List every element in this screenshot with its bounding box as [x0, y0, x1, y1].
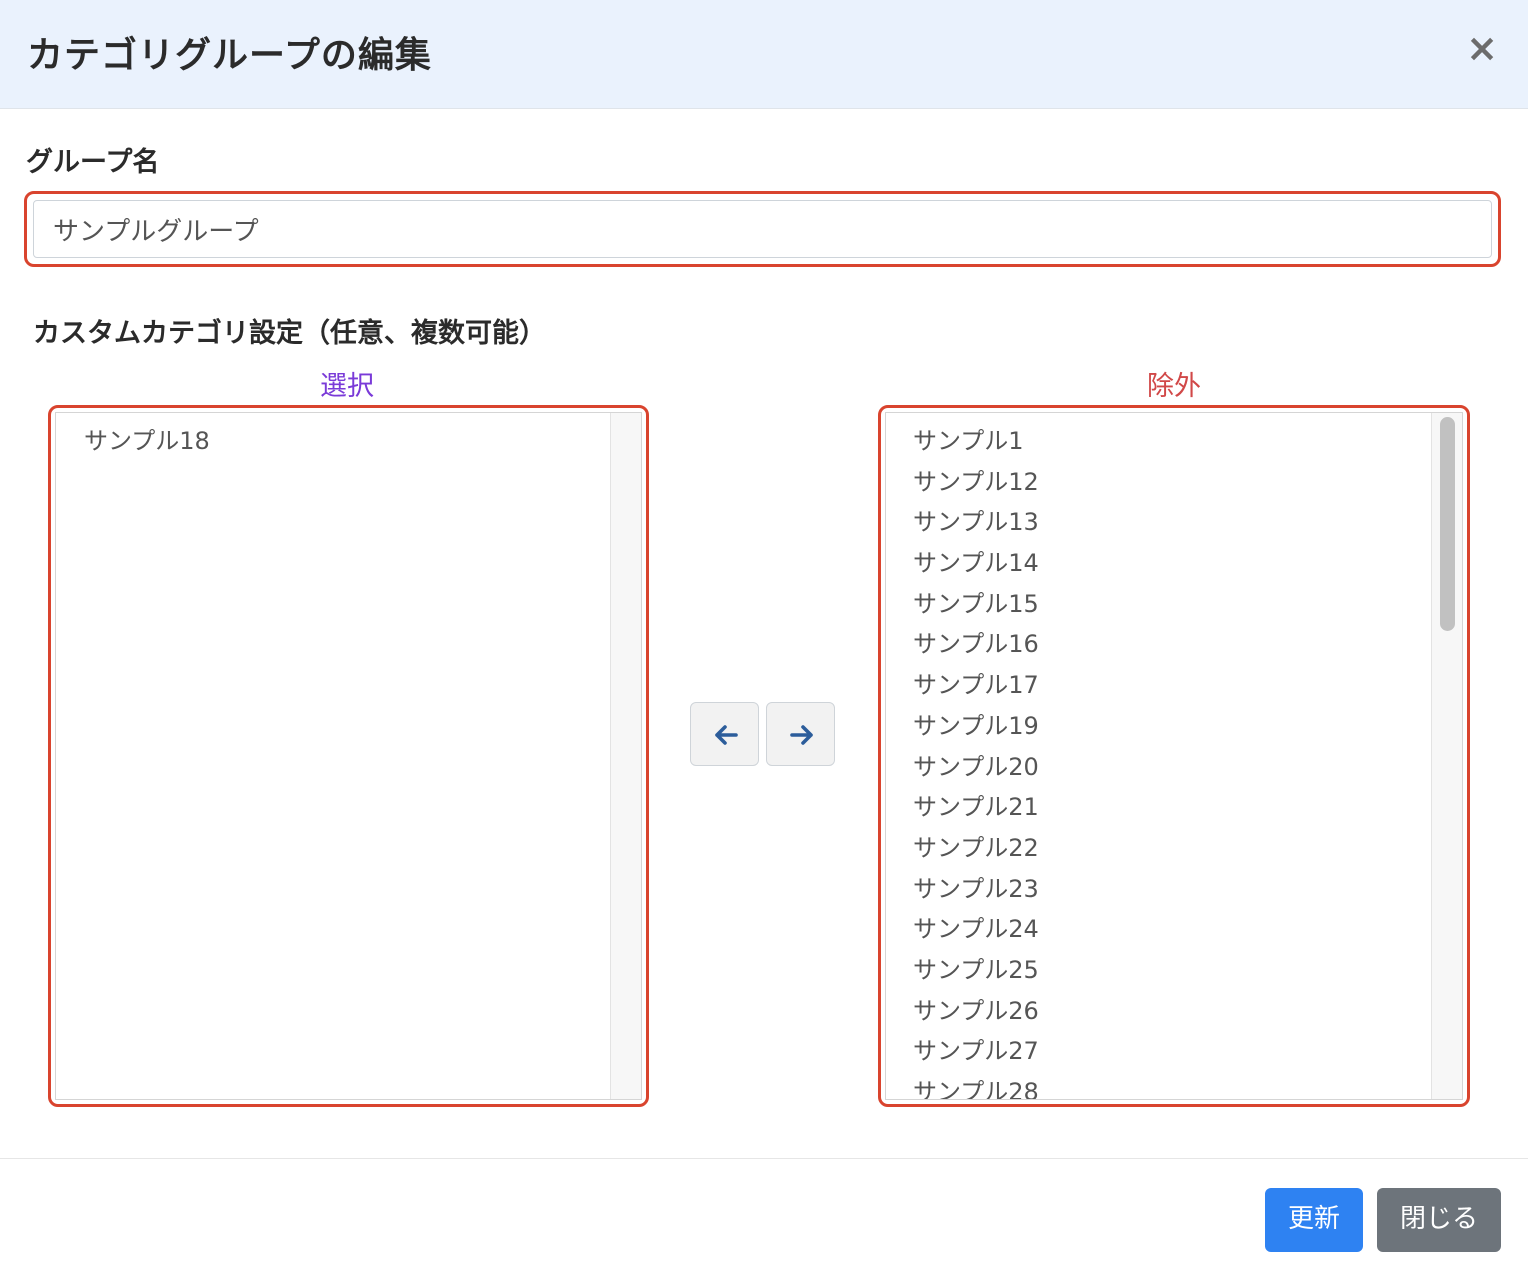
excluded-scrollbar-thumb[interactable] — [1440, 417, 1455, 631]
list-item[interactable]: サンプル18 — [84, 421, 210, 462]
list-item[interactable]: サンプル25 — [913, 950, 1039, 991]
list-item[interactable]: サンプル17 — [913, 665, 1039, 706]
close-button[interactable]: 閉じる — [1377, 1188, 1501, 1252]
selected-scrollbar[interactable] — [610, 413, 641, 1099]
list-item[interactable]: サンプル20 — [913, 747, 1039, 788]
list-item[interactable]: サンプル12 — [913, 462, 1039, 503]
list-item[interactable]: サンプル15 — [913, 584, 1039, 625]
list-item[interactable]: サンプル16 — [913, 624, 1039, 665]
list-item[interactable]: サンプル13 — [913, 502, 1039, 543]
arrow-left-icon — [715, 725, 738, 745]
list-item[interactable]: サンプル22 — [913, 828, 1039, 869]
update-button[interactable]: 更新 — [1265, 1188, 1363, 1252]
move-left-button[interactable] — [690, 702, 759, 766]
selected-heading: 選択 — [320, 371, 374, 402]
list-item[interactable]: サンプル23 — [913, 869, 1039, 910]
list-item[interactable]: サンプル21 — [913, 787, 1039, 828]
excluded-list-highlight: サンプル1 サンプル12 サンプル13 サンプル14 サンプル15 サンプル16 サンプル1… — [878, 405, 1470, 1107]
selected-listbox[interactable]: サンプル18 — [55, 412, 642, 1100]
group-name-input[interactable] — [33, 200, 1492, 258]
close-icon[interactable]: × — [1462, 28, 1502, 68]
selected-list-highlight: サンプル18 — [48, 405, 649, 1107]
list-item[interactable]: サンプル24 — [913, 909, 1039, 950]
modal-title: カテゴリグループの編集 — [27, 35, 432, 76]
excluded-scrollbar[interactable] — [1431, 413, 1462, 1099]
edit-category-group-modal: カテゴリグループの編集 × グループ名 カスタムカテゴリ設定（任意、複数可能） … — [0, 0, 1528, 1278]
group-name-label: グループ名 — [26, 147, 160, 178]
list-item[interactable]: サンプル1 — [913, 421, 1039, 462]
group-name-highlight — [24, 191, 1501, 267]
list-item[interactable]: サンプル27 — [913, 1031, 1039, 1072]
list-item[interactable]: サンプル28 — [913, 1072, 1039, 1099]
footer-divider — [0, 1158, 1528, 1159]
custom-category-label: カスタムカテゴリ設定（任意、複数可能） — [33, 318, 546, 349]
move-right-button[interactable] — [766, 702, 835, 766]
list-item[interactable]: サンプル19 — [913, 706, 1039, 747]
excluded-listbox[interactable]: サンプル1 サンプル12 サンプル13 サンプル14 サンプル15 サンプル16 サンプル1… — [885, 412, 1463, 1100]
selected-list: サンプル18 — [84, 421, 210, 462]
arrow-right-icon — [790, 725, 813, 745]
list-item[interactable]: サンプル26 — [913, 991, 1039, 1032]
excluded-list: サンプル1 サンプル12 サンプル13 サンプル14 サンプル15 サンプル16 サンプル1… — [913, 421, 1039, 1099]
excluded-heading: 除外 — [1147, 371, 1201, 402]
modal-header: カテゴリグループの編集 × — [0, 0, 1528, 109]
list-item[interactable]: サンプル14 — [913, 543, 1039, 584]
